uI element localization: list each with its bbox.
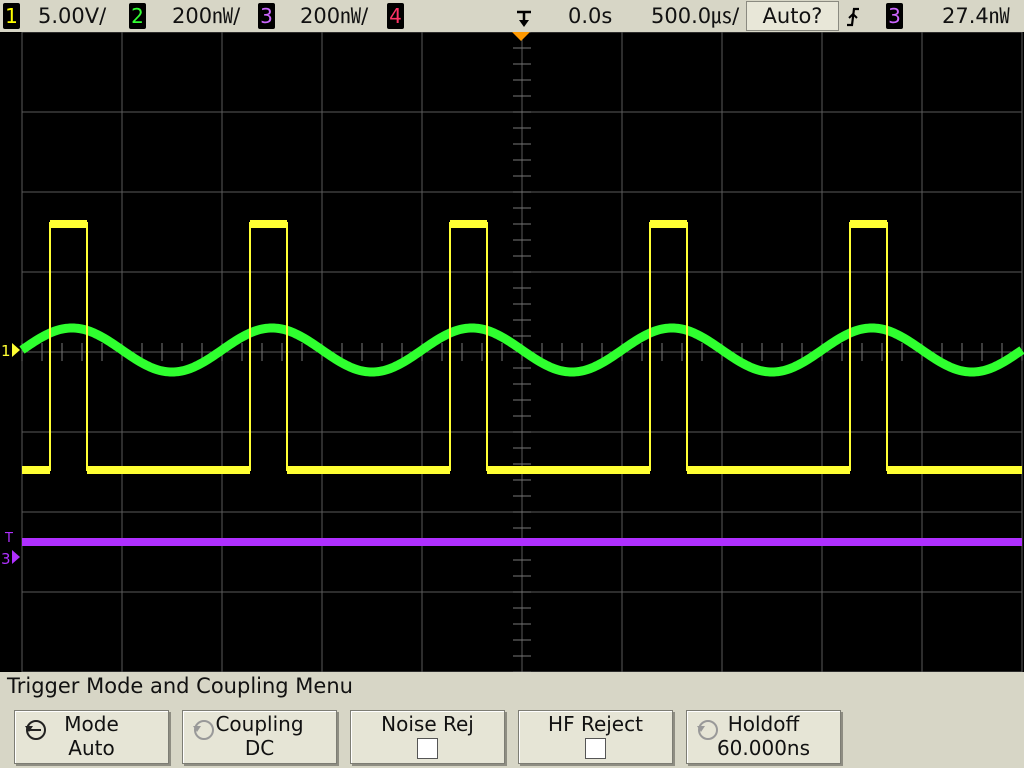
ch3-ground-marker[interactable]: 3: [1, 550, 11, 568]
ch1-marker-arrow: [12, 343, 20, 357]
channel-3-indicator[interactable]: 3: [258, 3, 275, 29]
hf-reject-checkbox[interactable]: [585, 738, 606, 759]
ch3-marker-arrow: [12, 550, 20, 564]
channel-4-indicator[interactable]: 4: [387, 3, 404, 29]
channel-1-scale[interactable]: 5.00V/: [38, 0, 106, 32]
channel-3-scale[interactable]: 200㎻/: [300, 0, 368, 32]
ch1-ground-marker[interactable]: 1: [1, 342, 11, 360]
holdoff-value: 60.000ns: [716, 736, 811, 760]
noise-rej-checkbox[interactable]: [417, 738, 438, 759]
channel-3-number: 3: [260, 4, 273, 28]
status-bar: 1 5.00V/ 2 200㎻/ 3 200㎻/ 4 0.0s 500.0㎲/ …: [0, 0, 1024, 32]
timebase-scale[interactable]: 500.0㎲/: [651, 0, 739, 32]
trigger-position-marker: [512, 32, 530, 41]
trigger-source-indicator[interactable]: 3: [886, 3, 903, 29]
hf-reject-label: HF Reject: [548, 712, 643, 736]
coupling-value: DC: [244, 736, 275, 760]
holdoff-label: Holdoff: [727, 712, 800, 736]
rising-edge-icon: [847, 7, 859, 27]
holdoff-softkey[interactable]: Holdoff 60.000ns: [686, 710, 841, 764]
mode-label: Mode: [64, 712, 119, 736]
hf-reject-softkey[interactable]: HF Reject: [518, 710, 673, 764]
channel-1-indicator[interactable]: 1: [3, 3, 20, 29]
mode-value: Auto: [68, 736, 115, 760]
coupling-label: Coupling: [215, 712, 304, 736]
trigger-level[interactable]: 27.4㎻: [942, 0, 1010, 32]
channel-2-scale[interactable]: 200㎻/: [172, 0, 240, 32]
softkey-menu: Trigger Mode and Coupling Menu Mode Auto…: [0, 672, 1024, 768]
coupling-softkey[interactable]: Coupling DC: [182, 710, 337, 764]
trigger-position-icon: [517, 10, 531, 27]
noise-rej-softkey[interactable]: Noise Rej: [350, 710, 505, 764]
run-mode-indicator[interactable]: Auto?: [746, 1, 839, 31]
time-delay[interactable]: 0.0s: [568, 0, 612, 32]
channel-2-indicator[interactable]: 2: [129, 3, 146, 29]
noise-rej-label: Noise Rej: [381, 712, 474, 736]
waveform-display[interactable]: 1 T 3: [0, 32, 1024, 672]
menu-title: Trigger Mode and Coupling Menu: [7, 674, 353, 698]
channel-1-number: 1: [5, 4, 18, 28]
trigger-level-marker[interactable]: T: [4, 531, 13, 546]
mode-softkey[interactable]: Mode Auto: [14, 710, 169, 764]
channel-2-number: 2: [131, 4, 144, 28]
channel-4-number: 4: [389, 4, 402, 28]
trigger-source-number: 3: [888, 4, 901, 28]
